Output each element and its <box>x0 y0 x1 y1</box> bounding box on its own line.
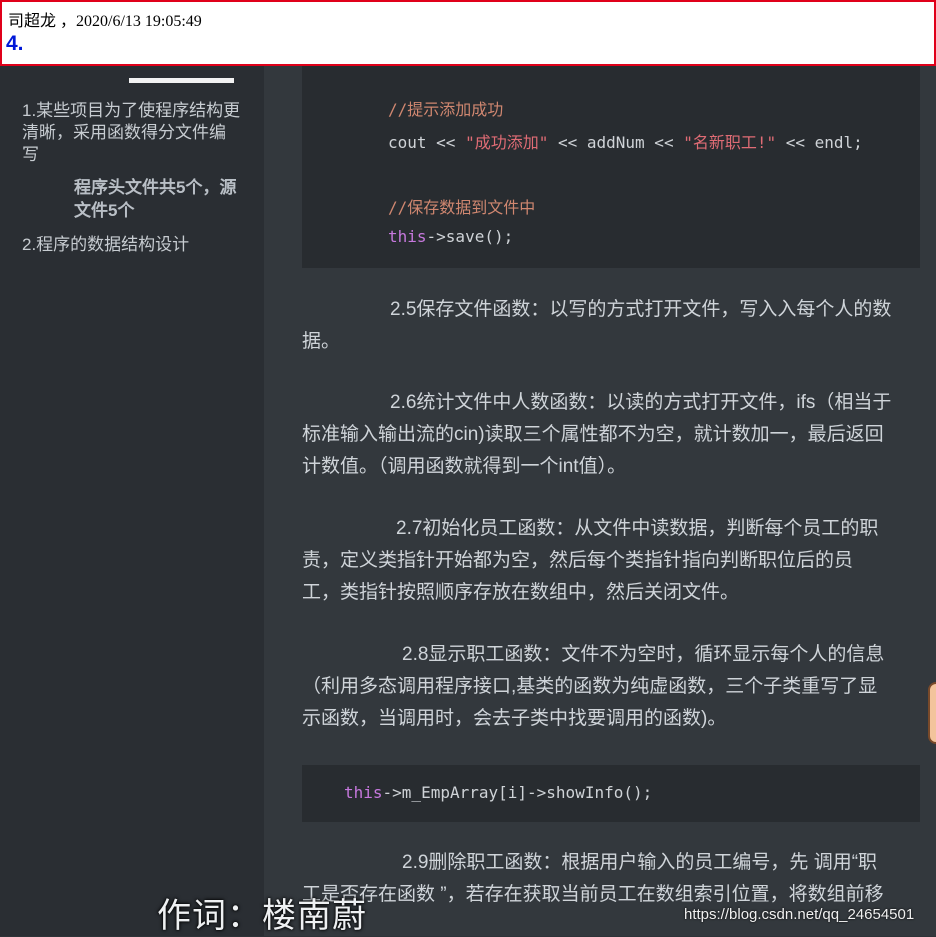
source-watermark: https://blog.csdn.net/qq_24654501 <box>684 906 915 923</box>
code-line-save: this->save(); <box>388 227 513 246</box>
code-token: << addNum << <box>548 133 684 152</box>
code-comment-save: //保存数据到文件中 <box>388 198 536 217</box>
paragraph-line: 2.6统计文件中人数函数：以读的方式打开文件，ifs（相当于 <box>390 392 892 413</box>
code-keyword: this <box>344 783 383 802</box>
code-comment-add-success: //提示添加成功 <box>388 100 504 119</box>
sidebar-active-tab-indicator <box>129 78 234 83</box>
paragraph-2-5: 2.5保存文件函数：以写的方式打开文件，写入入每个人的数 据。 <box>302 294 922 358</box>
code-string: "名新职工!" <box>683 133 777 152</box>
code-line-cout: cout << "成功添加" << addNum << "名新职工!" << e… <box>388 129 863 153</box>
toc-item-1-sub[interactable]: 程序头文件共5个，源文件5个 <box>74 176 242 222</box>
paragraph-line: 工，类指针按照顺序存放在数组中，然后关闭文件。 <box>302 582 740 603</box>
code-token: << endl; <box>776 133 863 152</box>
paragraph-line: 2.9删除职工函数：根据用户输入的员工编号，先 调用“职 <box>402 852 878 873</box>
paragraph-line: 据。 <box>302 331 341 352</box>
code-line-showinfo: this->m_EmpArray[i]->showInfo(); <box>344 783 652 802</box>
paragraph-line: 2.7初始化员工函数：从文件中读数据，判断每个员工的职 <box>396 518 879 539</box>
paragraph-line: 计数值。（调用函数就得到一个int值）。 <box>302 456 627 477</box>
paragraph-line: 责，定义类指针开始都为空，然后每个类指针指向判断职位后的员 <box>302 550 854 571</box>
decorative-sticker <box>928 682 936 744</box>
paragraph-2-9: 2.9删除职工函数：根据用户输入的员工编号，先 调用“职 工是否存在函数 ”，若… <box>302 847 922 911</box>
paragraph-2-6: 2.6统计文件中人数函数：以读的方式打开文件，ifs（相当于 标准输入输出流的c… <box>302 387 922 483</box>
toc-list: 1.某些项目为了使程序结构更清晰，采用函数得分文件编写 程序头文件共5个，源文件… <box>22 100 242 266</box>
comment-header: 司超龙 ，2020/6/13 19:05:49 4. <box>0 0 936 66</box>
paragraph-line: 标准输入输出流的cin)读取三个属性都不为空，就计数加一，最后返回 <box>302 424 884 445</box>
code-keyword: this <box>388 227 427 246</box>
video-subtitle: 作词：楼南蔚 <box>157 897 367 935</box>
code-token: ->save(); <box>426 227 514 246</box>
code-token: ->m_EmpArray[i]->showInfo(); <box>382 783 653 802</box>
code-string: "成功添加" <box>465 133 549 152</box>
paragraph-line: 示函数，当调用时，会去子类中找要调用的函数)。 <box>302 708 727 729</box>
paragraph-2-8: 2.8显示职工函数：文件不为空时，循环显示每个人的信息 （利用多态调用程序接口,… <box>302 639 922 735</box>
code-block-add-employee: //提示添加成功 cout << "成功添加" << addNum << "名新… <box>302 66 920 268</box>
comment-meta: 司超龙 ，2020/6/13 19:05:49 <box>8 13 202 30</box>
sidebar-toc: 1.某些项目为了使程序结构更清晰，采用函数得分文件编写 程序头文件共5个，源文件… <box>0 0 265 936</box>
paragraph-line: （利用多态调用程序接口,基类的函数为纯虚函数，三个子类重写了显 <box>302 676 878 697</box>
toc-item-2[interactable]: 2.程序的数据结构设计 <box>22 234 242 256</box>
paragraph-2-7: 2.7初始化员工函数：从文件中读数据，判断每个员工的职 责，定义类指针开始都为空… <box>302 513 922 609</box>
code-token: cout << <box>388 133 466 152</box>
code-block-show-info: this->m_EmpArray[i]->showInfo(); <box>302 765 920 822</box>
paragraph-line: 2.5保存文件函数：以写的方式打开文件，写入入每个人的数 <box>390 299 892 320</box>
toc-item-1[interactable]: 1.某些项目为了使程序结构更清晰，采用函数得分文件编写 <box>22 100 242 166</box>
paragraph-line: 2.8显示职工函数：文件不为空时，循环显示每个人的信息 <box>402 644 885 665</box>
comment-number: 4. <box>6 32 24 55</box>
